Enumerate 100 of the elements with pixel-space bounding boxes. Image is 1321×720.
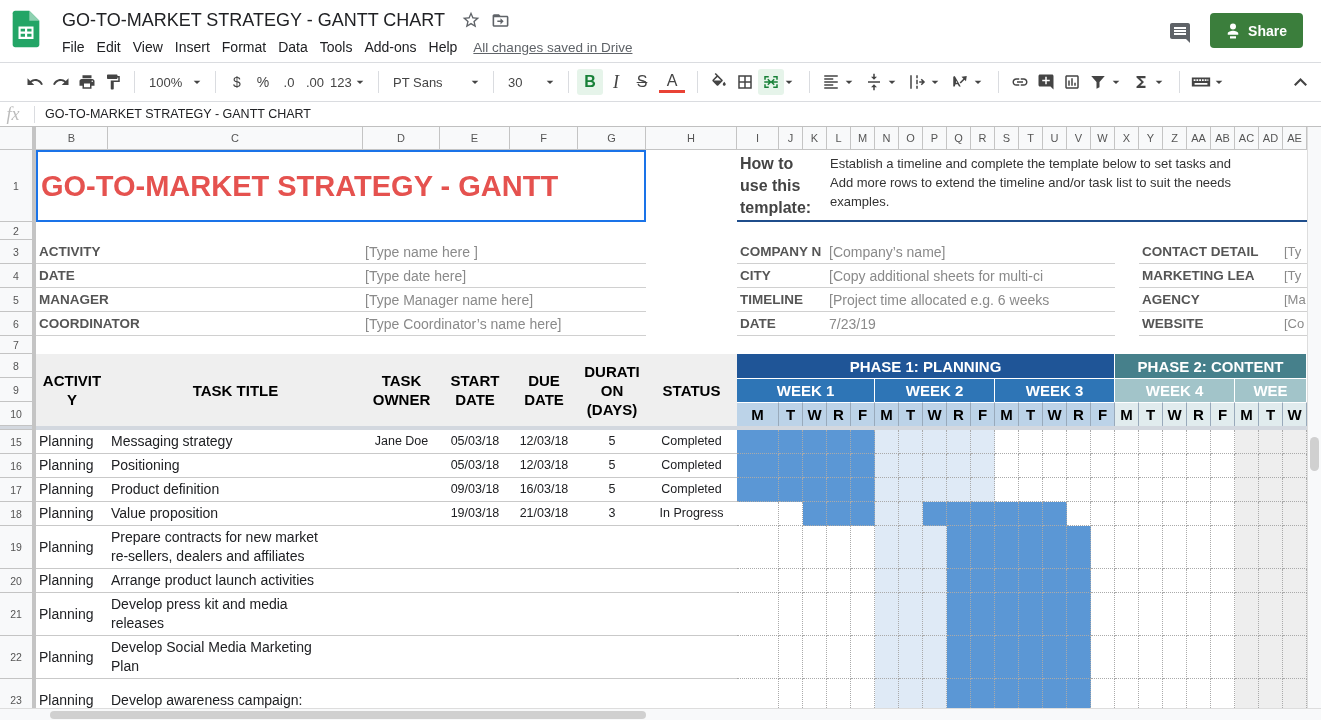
info-label: DATE (737, 312, 827, 336)
start-date-header: START DATE (440, 354, 510, 426)
row-header[interactable]: 22 (0, 636, 36, 679)
vertical-scrollbar[interactable] (1307, 127, 1321, 708)
column-header[interactable]: L (827, 127, 851, 150)
column-header[interactable]: AA (1187, 127, 1211, 150)
info-value[interactable]: [Copy additional sheets for multi-ci (827, 264, 1115, 288)
column-header[interactable]: F (510, 127, 578, 150)
column-header[interactable]: O (899, 127, 923, 150)
menu-item[interactable]: Format (215, 37, 273, 57)
row-header[interactable]: 16 (0, 454, 36, 478)
column-header[interactable]: P (923, 127, 947, 150)
task-title: Develop press kit and media releases (108, 593, 363, 636)
row-header[interactable]: 1 (0, 150, 36, 222)
row-header[interactable]: 15 (0, 430, 36, 454)
row-header[interactable]: 18 (0, 502, 36, 526)
column-header[interactable]: X (1115, 127, 1139, 150)
column-header[interactable]: Q (947, 127, 971, 150)
column-header[interactable]: D (363, 127, 440, 150)
task-owner: Jane Doe (363, 430, 440, 454)
scrollbar-thumb[interactable] (1310, 437, 1319, 471)
row-header[interactable]: 7 (0, 336, 36, 354)
row-header[interactable]: 21 (0, 593, 36, 636)
task-title: Value proposition (108, 502, 363, 526)
comments-button[interactable] (1168, 20, 1193, 45)
menu-item[interactable]: Data (272, 37, 314, 57)
column-header[interactable]: M (851, 127, 875, 150)
save-status-link[interactable]: All changes saved in Drive (473, 39, 633, 55)
column-header[interactable]: I (737, 127, 779, 150)
column-header[interactable]: Z (1163, 127, 1187, 150)
scrollbar-thumb[interactable] (50, 711, 646, 719)
info-value[interactable]: [Type Coordinator’s name here] (363, 312, 646, 336)
row-header[interactable]: 19 (0, 526, 36, 569)
column-header[interactable]: B (36, 127, 108, 150)
menu-item[interactable]: View (126, 37, 169, 57)
menu-item[interactable]: File (56, 37, 91, 57)
row-header[interactable]: 17 (0, 478, 36, 502)
menu-item[interactable]: Edit (90, 37, 127, 57)
column-header[interactable]: AE (1283, 127, 1307, 150)
number-format-dropdown[interactable]: 123 (328, 69, 370, 95)
column-header[interactable]: S (995, 127, 1019, 150)
row-header[interactable]: 4 (0, 264, 36, 288)
info-value[interactable]: [Type name here ] (363, 240, 646, 264)
info-value[interactable]: [Project time allocated e.g. 6 weeks (827, 288, 1115, 312)
column-header[interactable]: G (578, 127, 646, 150)
column-header[interactable]: H (646, 127, 737, 150)
day-header: F (851, 402, 875, 426)
day-header: M (737, 402, 779, 426)
horizontal-scrollbar[interactable] (0, 708, 1321, 720)
menu-item[interactable]: Tools (313, 37, 359, 57)
column-header[interactable]: AB (1211, 127, 1235, 150)
percent-format-button[interactable]: % (250, 69, 276, 95)
zoom-dropdown[interactable]: 100% (143, 69, 207, 95)
row-header[interactable]: 9 (0, 378, 36, 402)
menu-item[interactable]: Insert (168, 37, 216, 57)
column-header[interactable]: Y (1139, 127, 1163, 150)
bold-button[interactable]: B (577, 69, 603, 95)
decrease-decimals-button[interactable]: .0 (276, 69, 302, 95)
column-header[interactable]: K (803, 127, 827, 150)
document-title[interactable]: GO-TO-MARKET STRATEGY - GANTT CHART (56, 9, 446, 31)
borders-icon (736, 73, 754, 91)
info-label: TIMELINE (737, 288, 827, 312)
row-header[interactable]: 3 (0, 240, 36, 264)
row-header[interactable]: 20 (0, 569, 36, 593)
row-header[interactable]: 5 (0, 288, 36, 312)
column-header[interactable]: V (1067, 127, 1091, 150)
row-header[interactable]: 6 (0, 312, 36, 336)
increase-decimals-button[interactable]: .00 (302, 69, 328, 95)
column-header[interactable]: C (108, 127, 363, 150)
column-header[interactable]: N (875, 127, 899, 150)
column-header[interactable]: AD (1259, 127, 1283, 150)
merge-cells-button[interactable] (758, 69, 784, 95)
italic-button[interactable]: I (603, 69, 629, 95)
share-button[interactable]: Share (1210, 13, 1303, 48)
info-value[interactable]: 7/23/19 (827, 312, 1115, 336)
currency-format-button[interactable]: $ (224, 69, 250, 95)
column-header[interactable]: W (1091, 127, 1115, 150)
column-header[interactable]: AC (1235, 127, 1259, 150)
column-header[interactable]: U (1043, 127, 1067, 150)
day-header: R (827, 402, 851, 426)
font-size-dropdown[interactable]: 30 (502, 69, 560, 95)
formula-input[interactable]: GO-TO-MARKET STRATEGY - GANTT CHART (45, 107, 1321, 121)
row-header[interactable]: 10 (0, 402, 36, 426)
row-header[interactable]: 8 (0, 354, 36, 378)
info-value[interactable]: [Company’s name] (827, 240, 1115, 264)
info-label: CONTACT DETAIL (1139, 240, 1283, 264)
column-header[interactable]: T (1019, 127, 1043, 150)
column-header[interactable]: J (779, 127, 803, 150)
phase-header: PHASE 2: CONTENT (1115, 354, 1307, 378)
strikethrough-button[interactable]: S (629, 69, 655, 95)
column-header[interactable]: E (440, 127, 510, 150)
column-header[interactable]: R (971, 127, 995, 150)
text-color-button[interactable]: A (659, 71, 685, 93)
help-label: How to use this template: (737, 150, 827, 222)
info-value[interactable]: [Type Manager name here] (363, 288, 646, 312)
font-dropdown[interactable]: PT Sans (387, 69, 485, 95)
menu-item[interactable]: Add-ons (358, 37, 423, 57)
menu-item[interactable]: Help (422, 37, 464, 57)
row-header[interactable]: 2 (0, 222, 36, 240)
row-header[interactable]: 23 (0, 679, 36, 708)
